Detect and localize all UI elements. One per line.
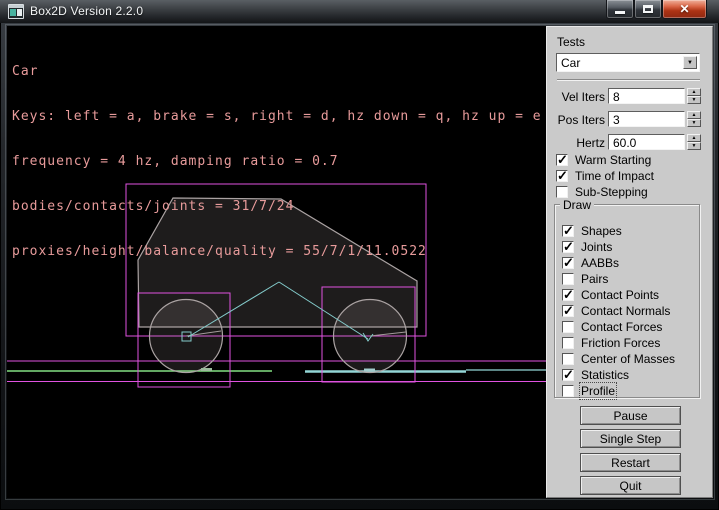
tests-dropdown-value: Car [561,56,580,70]
checkbox-box[interactable]: ✓ [562,337,574,349]
hertz-stepper: ▲ ▼ [687,134,701,150]
app-icon-teal-pane [10,9,16,16]
check-icon: ✓ [563,223,574,239]
front-contact-point [364,369,375,372]
single-step-button[interactable]: Single Step [580,429,681,448]
vel-iters-stepper: ▲ ▼ [687,88,701,104]
tests-label: Tests [557,35,585,49]
checkbox-label: AABBs [581,256,619,270]
control-panel: Tests Car ▼ Vel Iters 8 ▲ ▼ Pos Iters 3 [546,26,713,498]
check-icon: ✓ [563,287,574,303]
check-icon: ✓ [563,367,574,383]
checkbox-box[interactable]: ✓ [562,385,574,397]
spin-down-button[interactable]: ▼ [687,142,701,150]
spin-up-button[interactable]: ▲ [687,111,701,119]
triangle-down-icon: ▼ [692,97,697,103]
checkbox-label: Friction Forces [581,336,660,350]
spin-down-button[interactable]: ▼ [687,119,701,127]
checkbox-label: Joints [581,240,612,254]
checkbox-box[interactable]: ✓ [562,225,574,237]
checkbox-box[interactable]: ✓ [562,305,574,317]
pos-iters-input[interactable]: 3 [608,111,685,127]
debug-text-overlay: Car Keys: left = a, brake = s, right = d… [12,34,542,289]
checkbox-box[interactable]: ✓ [562,369,574,381]
check-icon: ✓ [557,168,568,184]
checkbox-label: Sub-Stepping [575,185,648,199]
checkbox-label: Warm Starting [575,153,651,167]
app-icon [8,4,24,19]
simulation-canvas[interactable]: Car Keys: left = a, brake = s, right = d… [7,26,546,498]
maximize-icon [643,5,653,13]
triangle-down-icon: ▼ [692,143,697,149]
chevron-down-icon: ▼ [687,60,693,66]
minimize-icon [615,11,625,14]
checkbox-box[interactable]: ✓ [562,353,574,365]
stats-proxies-text: proxies/height/balance/quality = 55/7/1/… [12,244,542,259]
checkbox-label: Pairs [581,272,608,286]
vel-iters-label: Vel Iters [547,90,605,104]
triangle-up-icon: ▲ [692,135,697,141]
triangle-up-icon: ▲ [692,112,697,118]
check-icon: ✓ [563,239,574,255]
spin-up-button[interactable]: ▲ [687,134,701,142]
checkbox-label: Shapes [581,224,622,238]
separator [557,79,700,81]
checkbox-label: Center of Masses [581,352,675,366]
hertz-row: Hertz 60.0 ▲ ▼ [547,134,714,151]
hertz-label: Hertz [547,136,605,150]
close-button[interactable]: ✕ [662,0,707,19]
pos-iters-label: Pos Iters [547,113,605,127]
spin-up-button[interactable]: ▲ [687,88,701,96]
restart-button[interactable]: Restart [580,453,681,472]
vel-iters-row: Vel Iters 8 ▲ ▼ [547,88,714,105]
vel-iters-value: 8 [613,90,620,104]
title-bar[interactable]: Box2D Version 2.2.0 ✕ [0,0,719,23]
checkbox-label: Profile [581,384,615,398]
checkbox-label: Contact Normals [581,304,670,318]
check-icon: ✓ [557,152,568,168]
checkbox-box[interactable]: ✓ [562,289,574,301]
rear-contact-point [201,368,212,371]
window-controls: ✕ [606,0,707,20]
checkbox-box[interactable]: ✓ [556,170,568,182]
checkbox-box[interactable]: ✓ [562,321,574,333]
pos-iters-row: Pos Iters 3 ▲ ▼ [547,111,714,128]
maximize-button[interactable] [634,0,662,19]
app-icon-white-pane [17,9,22,16]
checkbox-box[interactable]: ✓ [556,154,568,166]
checkbox-box[interactable]: ✓ [556,186,568,198]
checkbox-box[interactable]: ✓ [562,257,574,269]
pos-iters-stepper: ▲ ▼ [687,111,701,127]
tests-dropdown[interactable]: Car ▼ [556,53,700,72]
checkbox-label: Time of Impact [575,169,654,183]
hertz-value: 60.0 [613,136,636,150]
window-title: Box2D Version 2.2.0 [30,4,143,18]
check-icon: ✓ [563,255,574,271]
check-icon: ✓ [563,303,574,319]
frequency-text: frequency = 4 hz, damping ratio = 0.7 [12,154,542,169]
test-name-text: Car [12,64,542,79]
checkbox-box[interactable]: ✓ [562,241,574,253]
stats-bodies-text: bodies/contacts/joints = 31/7/24 [12,199,542,214]
pause-button[interactable]: Pause [580,406,681,425]
draw-group-title: Draw [560,198,594,212]
app-window: Box2D Version 2.2.0 ✕ [0,0,719,510]
close-icon: ✕ [679,1,689,18]
keys-help-text: Keys: left = a, brake = s, right = d, hz… [12,109,542,124]
checkbox-label: Statistics [581,368,629,382]
draw-groupbox: Draw ✓ Shapes ✓ Joints ✓ AABBs ✓ Pairs ✓… [554,204,700,398]
checkbox-label: Contact Forces [581,320,662,334]
dropdown-arrow-button[interactable]: ▼ [683,56,697,69]
hertz-input[interactable]: 60.0 [608,134,685,150]
minimize-button[interactable] [606,0,634,19]
checkbox-label: Contact Points [581,288,659,302]
checkbox-box[interactable]: ✓ [562,273,574,285]
app-icon-titlebar [9,5,23,8]
triangle-down-icon: ▼ [692,120,697,126]
pos-iters-value: 3 [613,113,620,127]
spin-down-button[interactable]: ▼ [687,96,701,104]
quit-button[interactable]: Quit [580,476,681,495]
vel-iters-input[interactable]: 8 [608,88,685,104]
triangle-up-icon: ▲ [692,89,697,95]
